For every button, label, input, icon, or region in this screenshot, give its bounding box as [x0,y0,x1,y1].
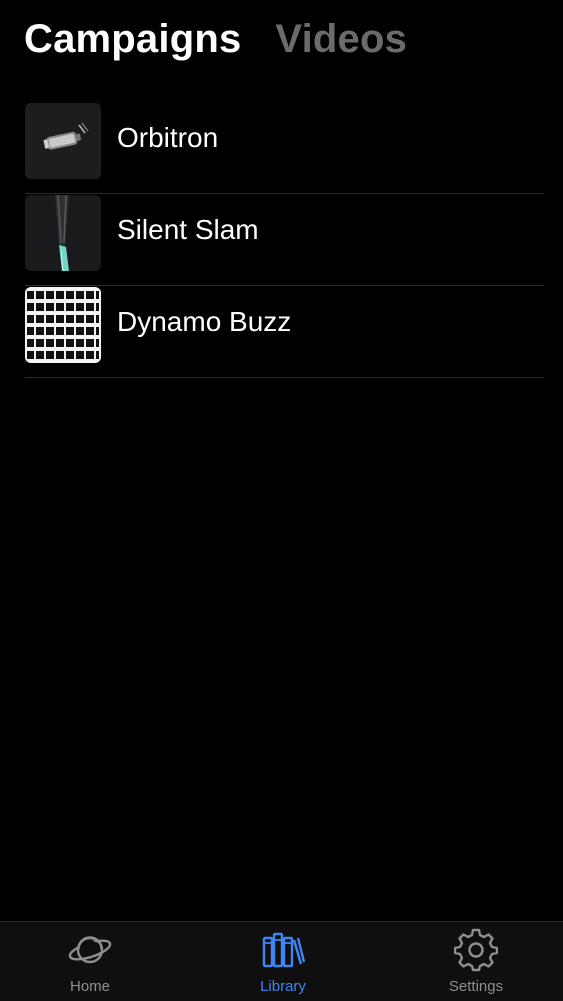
tab-home-label: Home [69,978,110,995]
tab-home[interactable]: Home [30,922,150,1001]
campaign-row-dynamo-buzz[interactable]: Dynamo Buzz [25,286,544,378]
segment-videos[interactable]: Videos [275,14,407,64]
tab-settings-label: Settings [448,978,504,995]
campaign-title: Orbitron [117,122,219,153]
tab-bar: Home Library Settings [0,921,563,1001]
tab-library-label: Library [260,978,306,995]
books-icon [262,932,305,968]
racket-image [25,195,101,271]
campaign-row-silent-slam[interactable]: Silent Slam [25,194,544,286]
grid-pattern-image [25,287,101,363]
campaign-thumbnail-dynamo-buzz [25,287,101,363]
segmented-header: Campaigns Videos [24,14,407,64]
campaign-title: Dynamo Buzz [117,306,292,337]
campaign-thumbnail-silent-slam [25,195,101,271]
campaign-thumbnail-orbitron [25,103,101,179]
bottle-image [25,103,101,179]
gear-icon [454,928,498,972]
segment-campaigns[interactable]: Campaigns [24,14,241,64]
campaign-row-orbitron[interactable]: Orbitron [25,102,544,194]
planet-icon [68,936,112,964]
campaign-title: Silent Slam [117,214,259,245]
campaign-list: Orbitron Silent Slam Dynamo Buzz [25,102,544,378]
tab-settings[interactable]: Settings [416,922,536,1001]
tab-library[interactable]: Library [223,922,343,1001]
